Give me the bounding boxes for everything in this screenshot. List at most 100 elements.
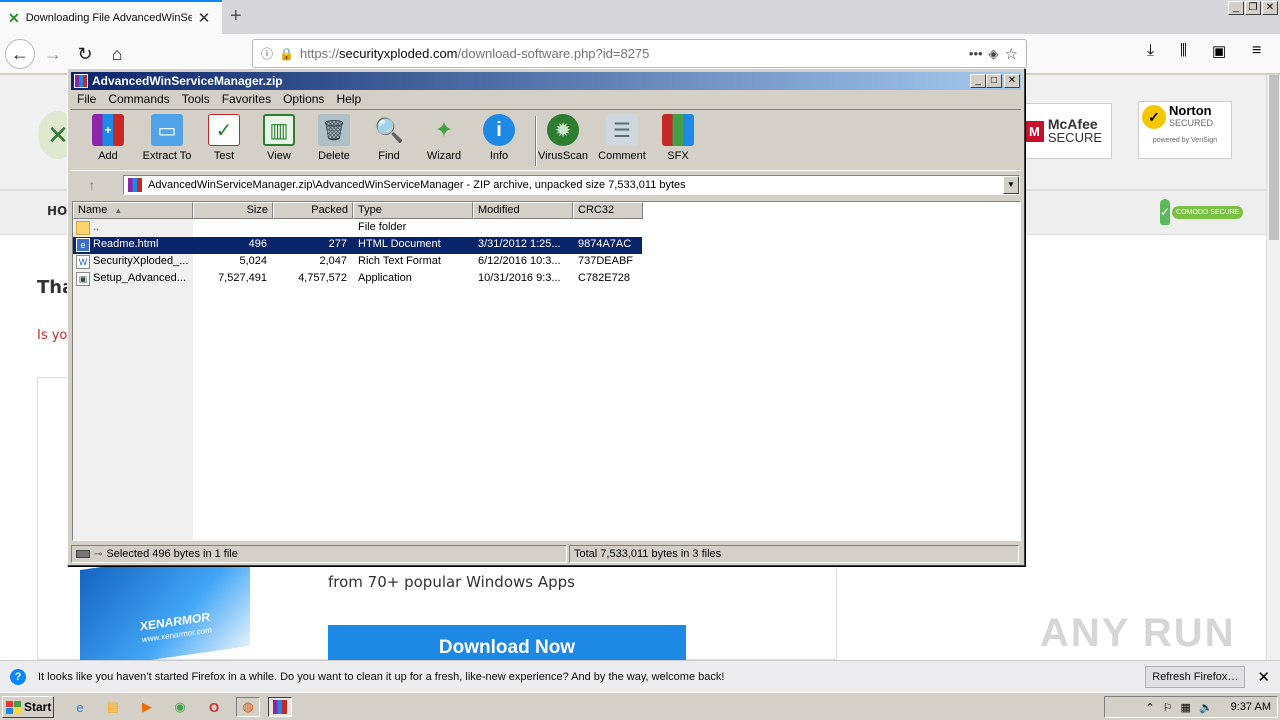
- menu-commands[interactable]: Commands: [102, 90, 175, 108]
- winrar-title: AdvancedWinServiceManager.zip: [92, 74, 283, 88]
- add-button[interactable]: + Add: [80, 114, 136, 170]
- comodo-label: COMODO SECURE: [1172, 205, 1244, 219]
- site-favicon-icon: ✕: [8, 9, 20, 26]
- col-packed[interactable]: Packed: [273, 202, 353, 219]
- back-icon[interactable]: ←: [5, 39, 35, 69]
- winrar-taskbar-icon[interactable]: [268, 697, 292, 717]
- info-circle-icon: i: [483, 114, 515, 146]
- notification-message: It looks like you haven’t started Firefo…: [38, 670, 725, 683]
- extract-folder-icon: ▭: [151, 114, 183, 146]
- comment-button[interactable]: ☰ Comment: [594, 114, 650, 170]
- col-name[interactable]: Name ▲: [73, 202, 193, 219]
- browser-tab-strip: ✕ Downloading File AdvancedWinSer ✕ + _ …: [0, 0, 1280, 34]
- mcafee-badge[interactable]: M McAfee SECURE: [1020, 103, 1112, 159]
- file-type: File folder: [358, 221, 407, 233]
- file-row-readme[interactable]: e Readme.html 496 277 HTML Document 3/31…: [73, 237, 642, 254]
- close-icon[interactable]: ✕: [1262, 1, 1278, 15]
- rtf-file-icon: W: [76, 255, 90, 269]
- winrar-titlebar[interactable]: AdvancedWinServiceManager.zip _ □ ✕: [71, 72, 1021, 90]
- file-size: 7,527,491: [218, 272, 267, 284]
- comodo-lock-icon: ✓: [1160, 199, 1171, 225]
- delete-button[interactable]: 🗑 Delete: [306, 114, 362, 170]
- add-archive-icon: +: [92, 114, 124, 146]
- file-row-setup[interactable]: ▣ Setup_Advanced... 7,527,491 4,757,572 …: [73, 271, 642, 288]
- path-combobox[interactable]: AdvancedWinServiceManager.zip\AdvancedWi…: [123, 175, 1020, 195]
- notification-close-icon[interactable]: ✕: [1257, 668, 1270, 686]
- menu-file[interactable]: File: [71, 90, 102, 108]
- ie-icon[interactable]: e: [70, 697, 90, 717]
- comodo-badge[interactable]: ✓ COMODO SECURE: [1160, 197, 1244, 227]
- nav-home-link[interactable]: HO: [47, 204, 67, 218]
- browser-tab[interactable]: ✕ Downloading File AdvancedWinSer ✕: [0, 0, 222, 34]
- col-modified[interactable]: Modified: [473, 202, 573, 219]
- winrar-menubar: File Commands Tools Favorites Options He…: [71, 90, 1021, 108]
- downloads-icon[interactable]: ⤓: [1147, 42, 1154, 60]
- pocket-icon[interactable]: ◈: [989, 46, 999, 62]
- sfx-button[interactable]: SFX: [650, 114, 706, 170]
- start-button[interactable]: Start: [2, 696, 54, 718]
- sidebar-icon[interactable]: ▣: [1212, 42, 1226, 60]
- firefox-taskbar-icon[interactable]: ◍: [236, 697, 260, 717]
- up-one-level-icon[interactable]: ↑: [79, 177, 105, 195]
- opera-icon[interactable]: O: [204, 697, 224, 717]
- wizard-button[interactable]: ✦ Wizard: [416, 114, 472, 170]
- column-headers: Name ▲ Size Packed Type Modified CRC32: [73, 202, 1020, 219]
- menu-favorites[interactable]: Favorites: [216, 90, 277, 108]
- file-row-parent[interactable]: .. File folder: [73, 220, 642, 237]
- file-modified: 6/12/2016 10:3...: [478, 255, 561, 267]
- volume-icon[interactable]: 🔈: [1199, 701, 1213, 714]
- winrar-maximize-icon[interactable]: □: [986, 74, 1002, 88]
- chrome-icon[interactable]: ◉: [170, 697, 190, 717]
- col-size[interactable]: Size: [193, 202, 273, 219]
- menu-icon[interactable]: ≡: [1252, 42, 1261, 60]
- file-list[interactable]: Name ▲ Size Packed Type Modified CRC32 .…: [72, 201, 1021, 541]
- find-magnifier-icon: 🔍: [374, 116, 404, 144]
- media-player-icon[interactable]: ▶: [137, 697, 157, 717]
- key-icon: ⊸: [94, 548, 103, 560]
- lock-icon: 🔒: [279, 46, 294, 61]
- url-bar[interactable]: ⓘ 🔒 https://securityxploded.com/download…: [252, 39, 1027, 68]
- html-file-icon: e: [76, 238, 90, 252]
- status-selected-text: Selected 496 bytes in 1 file: [106, 548, 238, 560]
- action-center-icon[interactable]: ⚐: [1163, 701, 1173, 714]
- test-button[interactable]: ✓ Test: [196, 114, 252, 170]
- path-dropdown-icon[interactable]: ▼: [1003, 176, 1019, 194]
- page-scrollbar[interactable]: [1266, 75, 1280, 660]
- library-icon[interactable]: ⫼: [1180, 42, 1187, 59]
- explorer-icon[interactable]: ▤: [103, 697, 123, 717]
- col-type[interactable]: Type: [353, 202, 473, 219]
- refresh-firefox-button[interactable]: Refresh Firefox…: [1145, 665, 1246, 688]
- minimize-icon[interactable]: _: [1228, 1, 1244, 15]
- info-icon[interactable]: ⓘ: [261, 45, 273, 62]
- wizard-wand-icon: ✦: [434, 117, 454, 142]
- menu-options[interactable]: Options: [277, 90, 330, 108]
- file-row-rtf[interactable]: W SecurityXploded_... 5,024 2,047 Rich T…: [73, 254, 642, 271]
- download-now-button[interactable]: Download Now: [328, 625, 686, 660]
- clock[interactable]: 9:37 AM: [1231, 701, 1271, 713]
- page-actions-icon[interactable]: •••: [969, 46, 983, 61]
- folder-icon: [76, 221, 90, 235]
- col-crc32[interactable]: CRC32: [573, 202, 643, 219]
- winrar-close-icon[interactable]: ✕: [1004, 74, 1020, 88]
- reload-icon[interactable]: ↻: [70, 39, 100, 69]
- tray-expand-icon[interactable]: ⌃: [1145, 701, 1154, 714]
- menu-tools[interactable]: Tools: [176, 90, 216, 108]
- find-button[interactable]: 🔍 Find: [361, 114, 417, 170]
- info-button[interactable]: i Info: [471, 114, 527, 170]
- forward-icon[interactable]: →: [38, 39, 68, 69]
- restore-icon[interactable]: ❐: [1245, 1, 1261, 15]
- archive-icon: [128, 178, 142, 192]
- menu-help[interactable]: Help: [330, 90, 367, 108]
- new-tab-icon[interactable]: +: [230, 5, 242, 28]
- norton-badge[interactable]: ✓ Norton SECURED powered by VeriSign: [1138, 101, 1232, 159]
- winrar-minimize-icon[interactable]: _: [970, 74, 986, 88]
- view-button[interactable]: ▥ View: [251, 114, 307, 170]
- network-icon[interactable]: ▦: [1181, 701, 1191, 714]
- norton-check-icon: ✓: [1142, 105, 1166, 129]
- tab-close-icon[interactable]: ✕: [198, 9, 211, 27]
- file-name: ..: [93, 221, 100, 233]
- extract-to-button[interactable]: ▭ Extract To: [139, 114, 195, 170]
- virusscan-button[interactable]: ✹ VirusScan: [535, 114, 591, 170]
- bookmark-star-icon[interactable]: ☆: [1005, 45, 1018, 63]
- home-icon[interactable]: ⌂: [102, 39, 132, 69]
